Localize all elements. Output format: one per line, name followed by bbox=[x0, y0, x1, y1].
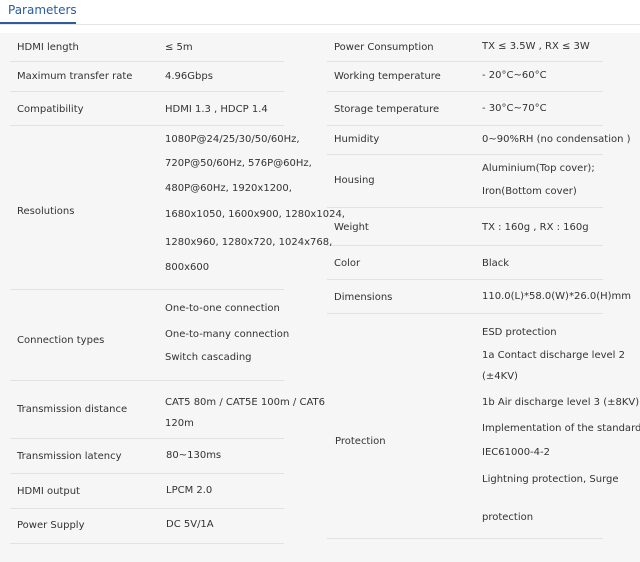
param-label: HDMI length bbox=[17, 42, 79, 53]
parameters-panel: HDMI length ≤ 5m Maximum transfer rate 4… bbox=[0, 33, 640, 562]
row-divider bbox=[10, 380, 284, 381]
row-divider bbox=[327, 538, 603, 539]
param-value: LPCM 2.0 bbox=[166, 485, 213, 496]
page-header: Parameters bbox=[0, 0, 640, 25]
param-label: Dimensions bbox=[334, 292, 393, 303]
param-label: Resolutions bbox=[17, 206, 75, 217]
param-label: Maximum transfer rate bbox=[17, 71, 133, 82]
row-divider bbox=[10, 125, 284, 126]
row-divider bbox=[327, 125, 603, 126]
param-value: HDMI 1.3 , HDCP 1.4 bbox=[165, 104, 268, 115]
param-label: Power Consumption bbox=[334, 42, 434, 53]
param-label: Connection types bbox=[17, 335, 105, 346]
param-value: One-to-one connection bbox=[165, 303, 280, 314]
param-value: 1080P@24/25/30/50/60Hz, bbox=[165, 134, 300, 145]
param-value: ≤ 5m bbox=[165, 42, 193, 53]
param-value: DC 5V/1A bbox=[166, 519, 214, 530]
param-value: Switch cascading bbox=[165, 352, 252, 363]
param-value: protection bbox=[482, 512, 534, 523]
param-label: Compatibility bbox=[17, 104, 84, 115]
row-divider bbox=[327, 154, 603, 155]
param-value: 0~90%RH (no condensation ) bbox=[482, 134, 631, 145]
param-value: IEC61000-4-2 bbox=[482, 447, 551, 458]
param-value: Implementation of the standard: bbox=[482, 423, 640, 434]
param-value: Iron(Bottom cover) bbox=[482, 186, 577, 197]
param-value: CAT5 80m / CAT5E 100m / CAT6 bbox=[165, 397, 325, 408]
row-divider bbox=[10, 508, 284, 509]
row-divider bbox=[327, 207, 603, 208]
page-title: Parameters bbox=[8, 3, 77, 17]
row-divider bbox=[327, 91, 603, 92]
row-divider bbox=[10, 289, 284, 290]
param-value: ESD protection bbox=[482, 327, 557, 338]
param-value: 1280x960, 1280x720, 1024x768, bbox=[165, 237, 333, 248]
param-label: Housing bbox=[334, 175, 375, 186]
row-divider bbox=[10, 61, 284, 62]
param-label: Protection bbox=[335, 436, 386, 447]
row-divider bbox=[10, 543, 284, 544]
param-value: 120m bbox=[165, 418, 194, 429]
row-divider bbox=[327, 61, 603, 62]
param-label: Storage temperature bbox=[334, 104, 440, 115]
param-value: (±4KV) bbox=[482, 371, 518, 382]
param-value: 1b Air discharge level 3 (±8KV) bbox=[482, 397, 640, 408]
param-label: Transmission distance bbox=[17, 404, 128, 415]
param-value: 1680x1050, 1600x900, 1280x1024, bbox=[165, 209, 345, 220]
param-value: - 30°C~70°C bbox=[482, 103, 547, 114]
param-label: Color bbox=[334, 258, 361, 269]
tab-parameters[interactable]: Parameters bbox=[0, 0, 77, 24]
param-value: TX ≤ 3.5W , RX ≤ 3W bbox=[482, 41, 590, 52]
row-divider bbox=[10, 438, 284, 439]
row-divider bbox=[10, 91, 284, 92]
param-label: HDMI output bbox=[17, 486, 80, 497]
param-label: Transmission latency bbox=[17, 451, 122, 462]
param-value: - 20°C~60°C bbox=[482, 70, 547, 81]
param-value: TX : 160g , RX : 160g bbox=[482, 222, 589, 233]
param-value: Lightning protection, Surge bbox=[482, 474, 619, 485]
param-label: Working temperature bbox=[334, 71, 441, 82]
param-value: 720P@50/60Hz, 576P@60Hz, bbox=[165, 158, 312, 169]
param-value: Aluminium(Top cover); bbox=[482, 163, 595, 174]
row-divider bbox=[327, 245, 603, 246]
row-divider bbox=[327, 279, 603, 280]
param-value: 1a Contact discharge level 2 bbox=[482, 350, 625, 361]
param-value: Black bbox=[482, 258, 510, 269]
param-value: 80~130ms bbox=[166, 450, 222, 461]
param-value: 4.96Gbps bbox=[165, 71, 213, 82]
param-label: Humidity bbox=[334, 134, 380, 145]
param-label: Power Supply bbox=[17, 520, 85, 531]
row-divider bbox=[10, 473, 284, 474]
param-value: 110.0(L)*58.0(W)*26.0(H)mm bbox=[482, 291, 632, 302]
param-value: 800x600 bbox=[165, 262, 210, 273]
param-label: Weight bbox=[334, 222, 369, 233]
row-divider bbox=[327, 313, 603, 314]
param-value: 480P@60Hz, 1920x1200, bbox=[165, 183, 292, 194]
param-value: One-to-many connection bbox=[165, 329, 290, 340]
